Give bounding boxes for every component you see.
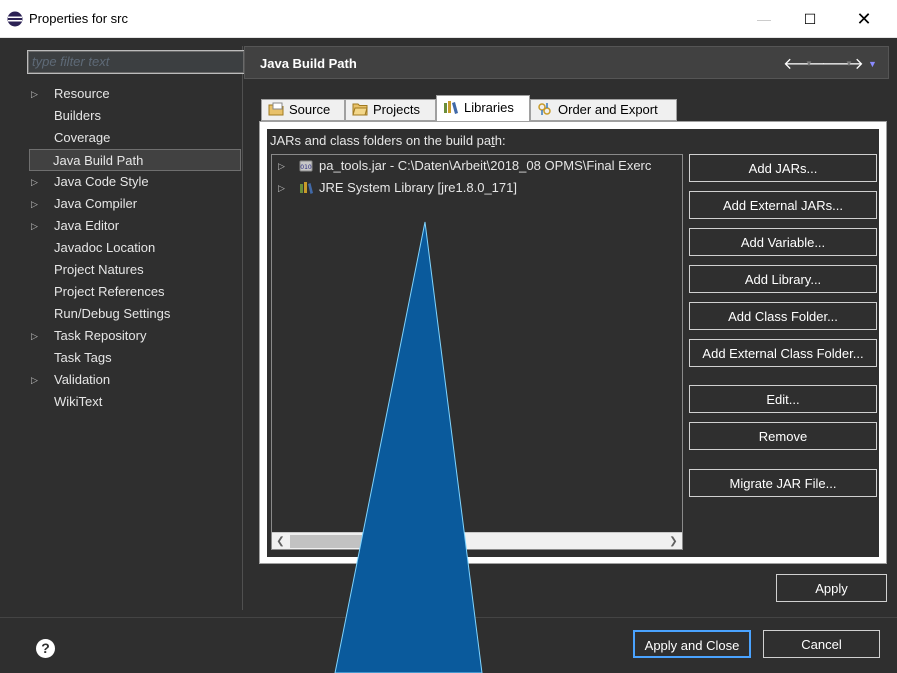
- libraries-label: JARs and class folders on the build path…: [270, 133, 506, 148]
- scrollbar-thumb[interactable]: [290, 535, 378, 548]
- remove-button[interactable]: Remove: [689, 422, 877, 450]
- sidebar-item-wikitext[interactable]: WikiText: [17, 391, 243, 413]
- sidebar-item-run-debug-settings[interactable]: Run/Debug Settings: [17, 303, 243, 325]
- sidebar-item-label: Coverage: [54, 130, 111, 145]
- sidebar-item-label: Java Build Path: [53, 153, 144, 168]
- add-variable-button[interactable]: Add Variable...: [689, 228, 877, 256]
- add-external-class-folder-button[interactable]: Add External Class Folder...: [689, 339, 877, 367]
- library-entry-label: pa_tools.jar - C:\Daten\Arbeit\2018_08 O…: [319, 158, 652, 173]
- minimize-button[interactable]: —: [741, 0, 787, 38]
- properties-dialog: type filter text ▷ Resource Builders Cove…: [0, 38, 897, 673]
- expand-arrow-icon[interactable]: ▷: [31, 215, 38, 237]
- add-jars-button[interactable]: Add JARs...: [689, 154, 877, 182]
- sidebar-item-java-compiler[interactable]: ▷ Java Compiler: [17, 193, 243, 215]
- order-export-icon: [538, 103, 551, 115]
- sidebar-item-javadoc-location[interactable]: Javadoc Location: [17, 237, 243, 259]
- sidebar-item-validation[interactable]: ▷ Validation: [17, 369, 243, 391]
- tab-label: Order and Export: [558, 102, 658, 117]
- sidebar-item-java-editor[interactable]: ▷ Java Editor: [17, 215, 243, 237]
- sidebar-item-task-tags[interactable]: Task Tags: [17, 347, 243, 369]
- expand-arrow-icon[interactable]: ▷: [31, 369, 38, 391]
- sidebar-item-label: Resource: [54, 86, 110, 101]
- add-external-jars-button[interactable]: Add External JARs...: [689, 191, 877, 219]
- scroll-right-icon[interactable]: ❯: [665, 533, 682, 550]
- help-icon[interactable]: ?: [36, 639, 55, 658]
- libraries-tree[interactable]: ▷ 010 pa_tools.jar - C:\Daten\Arbeit\2018…: [271, 154, 683, 550]
- sidebar-item-label: Javadoc Location: [54, 240, 156, 255]
- add-library-button[interactable]: Add Library...: [689, 265, 877, 293]
- page-header: Java Build Path 🡐 ▼ 🡒 ▼ ▼: [244, 46, 889, 79]
- tab-source[interactable]: Source: [261, 99, 345, 121]
- tab-label: Source: [289, 102, 331, 117]
- expand-arrow-icon[interactable]: ▷: [278, 155, 285, 177]
- sidebar: type filter text ▷ Resource Builders Cove…: [17, 46, 245, 610]
- tab-libraries[interactable]: Libraries: [436, 95, 530, 121]
- sidebar-item-label: WikiText: [54, 394, 103, 409]
- source-folder-icon: [268, 102, 284, 116]
- jar-icon: 010: [299, 160, 313, 172]
- sidebar-item-label: Builders: [54, 108, 101, 123]
- page-title: Java Build Path: [260, 56, 357, 71]
- expand-arrow-icon[interactable]: ▷: [31, 325, 38, 347]
- expand-arrow-icon[interactable]: ▷: [278, 177, 285, 199]
- sidebar-item-label: Task Tags: [54, 350, 112, 365]
- sidebar-item-label: Project References: [54, 284, 165, 299]
- sidebar-item-java-code-style[interactable]: ▷ Java Code Style: [17, 171, 243, 193]
- sidebar-item-project-references[interactable]: Project References: [17, 281, 243, 303]
- expand-arrow-icon[interactable]: ▷: [31, 193, 38, 215]
- back-dropdown-icon[interactable]: ▼: [805, 59, 813, 68]
- apply-and-close-button[interactable]: Apply and Close: [633, 630, 751, 658]
- forward-dropdown-icon[interactable]: ▼: [845, 59, 853, 68]
- scroll-left-icon[interactable]: ❮: [272, 533, 289, 550]
- dialog-footer: ? Apply and Close Cancel: [0, 617, 897, 673]
- add-class-folder-button[interactable]: Add Class Folder...: [689, 302, 877, 330]
- sidebar-item-project-natures[interactable]: Project Natures: [17, 259, 243, 281]
- close-button[interactable]: ✕: [841, 0, 887, 38]
- library-entry-label: JRE System Library [jre1.8.0_171]: [319, 180, 517, 195]
- expand-arrow-icon[interactable]: ▷: [31, 83, 38, 105]
- sidebar-item-label: Task Repository: [54, 328, 147, 343]
- sidebar-item-coverage[interactable]: Coverage: [17, 127, 243, 149]
- edit-button[interactable]: Edit...: [689, 385, 877, 413]
- migrate-jar-file-button[interactable]: Migrate JAR File...: [689, 469, 877, 497]
- sidebar-item-task-repository[interactable]: ▷ Task Repository: [17, 325, 243, 347]
- projects-folder-icon: [352, 103, 368, 116]
- svg-text:010: 010: [300, 164, 312, 171]
- expand-arrow-icon[interactable]: ▷: [31, 171, 38, 193]
- tab-order-and-export[interactable]: Order and Export: [530, 99, 677, 121]
- library-entry-jre-system-library[interactable]: ▷ JRE System Library [jre1.8.0_171]: [272, 177, 682, 199]
- tab-projects[interactable]: Projects: [345, 99, 436, 121]
- forward-arrow-icon[interactable]: 🡒: [821, 53, 864, 74]
- jre-library-icon: [300, 182, 313, 194]
- sidebar-item-label: Java Code Style: [54, 174, 149, 189]
- eclipse-icon: [7, 11, 23, 27]
- libraries-icon: [444, 101, 458, 114]
- sidebar-item-label: Validation: [54, 372, 111, 387]
- filter-input[interactable]: type filter text: [27, 50, 245, 74]
- apply-button[interactable]: Apply: [776, 574, 887, 602]
- window-titlebar: Properties for src — ☐ ✕: [0, 0, 897, 38]
- horizontal-scrollbar[interactable]: ❮ ❯: [272, 532, 682, 549]
- sidebar-item-resource[interactable]: ▷ Resource: [17, 83, 243, 105]
- view-menu-icon[interactable]: ▼: [868, 59, 877, 69]
- sidebar-item-label: Project Natures: [54, 262, 144, 277]
- sidebar-item-java-build-path[interactable]: Java Build Path: [29, 149, 241, 171]
- tab-label: Projects: [373, 102, 420, 117]
- library-entry-pa-tools-jar[interactable]: ▷ 010 pa_tools.jar - C:\Daten\Arbeit\2018…: [272, 155, 682, 177]
- sidebar-item-label: Java Compiler: [54, 196, 138, 211]
- sidebar-tree: ▷ Resource Builders Coverage Java Build P…: [17, 83, 243, 413]
- tab-label: Libraries: [464, 100, 514, 115]
- sidebar-item-builders[interactable]: Builders: [17, 105, 243, 127]
- maximize-button[interactable]: ☐: [787, 0, 833, 38]
- cancel-button[interactable]: Cancel: [763, 630, 880, 658]
- sidebar-item-label: Java Editor: [54, 218, 120, 233]
- sidebar-item-label: Run/Debug Settings: [54, 306, 171, 321]
- window-title: Properties for src: [29, 11, 128, 26]
